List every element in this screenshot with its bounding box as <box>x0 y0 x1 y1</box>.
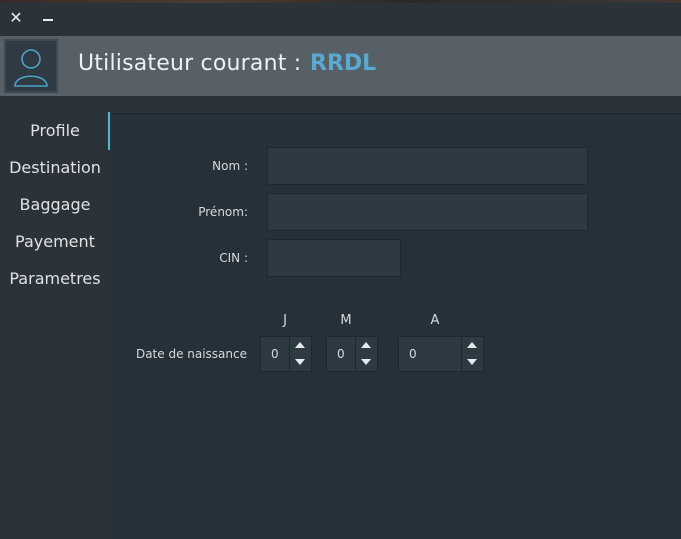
close-icon[interactable]: ✕ <box>6 8 26 28</box>
month-decrement-button[interactable] <box>355 354 377 371</box>
nom-field[interactable] <box>267 147 588 185</box>
year-value[interactable]: 0 <box>409 347 417 361</box>
header-title: Utilisateur courant : <box>78 51 302 76</box>
user-header: Utilisateur courant : RRDL <box>0 36 681 96</box>
arrow-up-icon <box>361 342 371 348</box>
day-increment-button[interactable] <box>289 337 311 354</box>
year-stepper-buttons <box>461 337 483 371</box>
avatar[interactable] <box>4 39 58 93</box>
arrow-up-icon <box>467 342 477 348</box>
arrow-up-icon <box>295 342 305 348</box>
minimize-icon[interactable] <box>38 8 58 28</box>
sidebar-item-payement[interactable]: Payement <box>0 225 110 259</box>
day-stepper[interactable]: 0 <box>260 336 312 372</box>
sidebar-item-destination[interactable]: Destination <box>0 151 110 185</box>
dob-label: Date de naissance <box>135 347 247 361</box>
month-increment-button[interactable] <box>355 337 377 354</box>
cin-label: CIN : <box>219 251 248 265</box>
prenom-label: Prénom: <box>198 205 248 219</box>
year-header: A <box>430 313 440 328</box>
prenom-field[interactable] <box>267 193 588 231</box>
day-value[interactable]: 0 <box>271 347 279 361</box>
sidebar-item-profile[interactable]: Profile <box>0 114 110 148</box>
header-spacer <box>0 96 681 114</box>
active-indicator <box>108 112 110 150</box>
year-stepper[interactable]: 0 <box>398 336 484 372</box>
cin-field[interactable] <box>267 239 401 277</box>
month-stepper-buttons <box>355 337 377 371</box>
month-stepper[interactable]: 0 <box>326 336 378 372</box>
arrow-down-icon <box>467 359 477 365</box>
day-stepper-buttons <box>289 337 311 371</box>
arrow-down-icon <box>295 359 305 365</box>
arrow-down-icon <box>361 359 371 365</box>
sidebar-item-parametres[interactable]: Parametres <box>0 262 110 296</box>
year-increment-button[interactable] <box>461 337 483 354</box>
day-header: J <box>283 313 287 328</box>
month-header: M <box>340 313 352 328</box>
year-decrement-button[interactable] <box>461 354 483 371</box>
sidebar-item-baggage[interactable]: Baggage <box>0 188 110 222</box>
user-icon <box>14 49 48 87</box>
month-value[interactable]: 0 <box>337 347 345 361</box>
title-bar: ✕ <box>0 0 681 36</box>
nom-label: Nom : <box>212 159 248 173</box>
current-user-name: RRDL <box>310 51 377 76</box>
day-decrement-button[interactable] <box>289 354 311 371</box>
